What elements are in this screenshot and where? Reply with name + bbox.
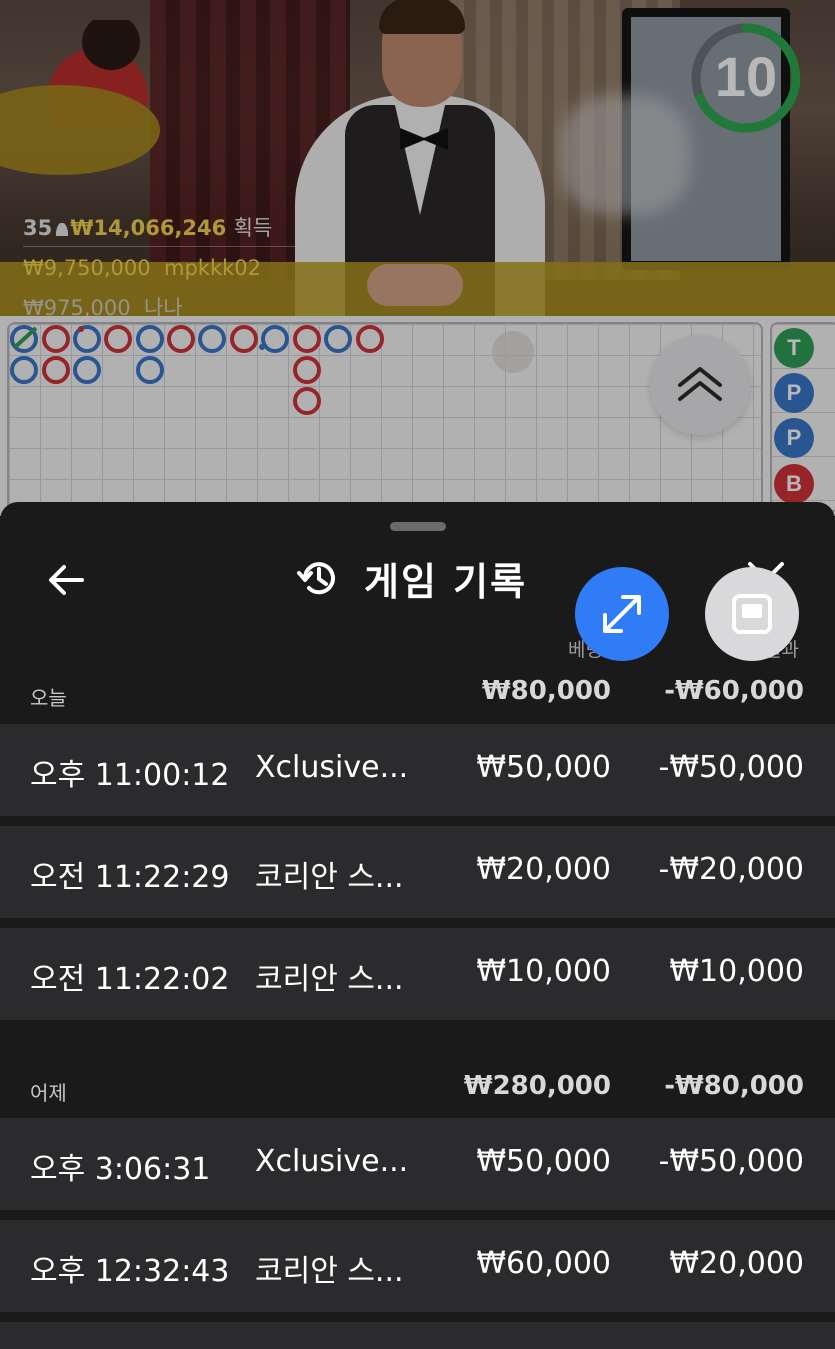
day-label: 오늘 [30,686,67,710]
back-button[interactable] [44,558,88,602]
bead-banker: B [774,464,814,504]
winner-row: ₩975,000 나나 [23,292,183,316]
sheet-header: 게임 기록 [296,550,527,606]
winner-amount: ₩975,000 [23,296,131,316]
record-result: -₩50,000 [658,750,804,785]
chevron-double-up-icon [678,367,722,401]
winners-summary: 35 ₩14,066,246 획득 [23,212,272,242]
history-row[interactable]: 오후 3:06:31 Xclusive... ₩50,000 -₩50,000 [0,1118,835,1210]
pair-dot [78,326,84,332]
game-history-sheet: 게임 기록 베팅 결과 오늘 ₩80,000 -₩60,000 오후 11:00… [0,502,835,1349]
stats-divider [23,246,305,247]
live-video: 35 ₩14,066,246 획득 ₩9,750,000 mpkkk02 ₩975… [0,0,835,316]
record-result: -₩50,000 [658,1144,804,1179]
winner-name: 나나 [143,296,183,316]
bead-player: P [774,373,814,413]
banker-marker [42,325,70,353]
player-marker [136,356,164,384]
history-icon [297,562,335,595]
bead-player: P [774,418,814,458]
record-result: ₩10,000 [669,954,804,989]
pair-dot [259,344,265,350]
total-winnings-label: 획득 [233,216,273,240]
day-total-result: -₩60,000 [664,676,804,706]
banker-marker [293,356,321,384]
banker-marker [42,356,70,384]
fullscreen-button[interactable] [575,567,669,661]
record-time: 오후 3:06:31 [30,1152,211,1187]
banker-marker [293,325,321,353]
back-arrow-icon [49,565,84,595]
record-result: -₩20,000 [658,852,804,887]
banker-marker [104,325,132,353]
dealer-hair [379,0,465,34]
roadmap-ghost-dot [492,331,534,373]
player-marker [324,325,352,353]
winner-name: mpkkk02 [164,256,261,280]
banker-marker [293,387,321,415]
record-time: 오후 11:00:12 [30,758,230,793]
player-marker [261,325,289,353]
drag-handle[interactable] [390,522,446,531]
day-group-header: 어제 ₩280,000 -₩80,000 [0,1057,835,1117]
bead-tie: T [774,328,814,368]
blurred-area [560,95,690,215]
countdown-value: 10 [714,45,778,108]
banker-marker [230,325,258,353]
history-row[interactable]: 오전 11:22:29 코리안 스... ₩20,000 -₩20,000 [0,826,835,918]
day-label: 어제 [30,1081,67,1105]
history-row-partial[interactable] [0,1322,835,1349]
record-result: ₩20,000 [669,1246,804,1281]
winner-row: ₩9,750,000 mpkkk02 [23,256,261,280]
winner-amount: ₩9,750,000 [23,256,151,280]
expand-roadmap-button[interactable] [650,335,750,435]
banker-marker [356,325,384,353]
record-time: 오전 11:22:02 [30,962,230,997]
day-group-header: 오늘 ₩80,000 -₩60,000 [0,662,835,722]
history-row[interactable]: 오후 12:32:43 코리안 스... ₩60,000 ₩20,000 [0,1220,835,1312]
total-winnings: ₩14,066,246 [70,216,227,240]
history-row[interactable]: 오후 11:00:12 Xclusive... ₩50,000 -₩50,000 [0,724,835,816]
record-time: 오전 11:22:29 [30,860,230,895]
player-marker [198,325,226,353]
history-row[interactable]: 오전 11:22:02 코리안 스... ₩10,000 ₩10,000 [0,928,835,1020]
player-marker [10,356,38,384]
dealer-hands [367,264,463,306]
picture-in-picture-button[interactable] [705,567,799,661]
player-marker [136,325,164,353]
banker-marker [167,325,195,353]
player-count: 35 [23,216,53,240]
picture-in-picture-icon [732,594,772,634]
page-title: 게임 기록 [364,559,528,604]
day-total-result: -₩80,000 [664,1071,804,1101]
record-time: 오후 12:32:43 [30,1254,230,1289]
expand-icon [603,595,641,633]
player-marker [73,356,101,384]
person-icon [56,223,69,236]
